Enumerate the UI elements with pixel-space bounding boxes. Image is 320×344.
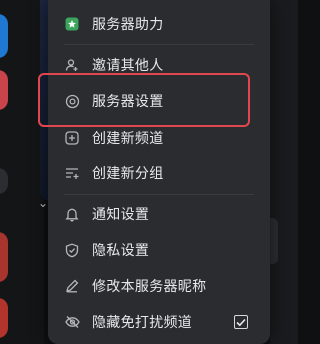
menu-item-create-category[interactable]: 创建新分组 <box>48 153 270 193</box>
eye-slash-icon <box>64 314 80 330</box>
menu-item-server-settings[interactable]: 服务器设置 <box>48 81 270 121</box>
menu-item-label: 邀请其他人 <box>92 58 164 74</box>
background-tab <box>270 218 278 264</box>
server-context-menu: 服务器助力 邀请其他人 服务器设置 创建新频道 创建新分组 通知设置 隐私设置 … <box>48 0 270 344</box>
chevron-down-icon: ⌄ <box>38 196 49 210</box>
menu-item-label: 创建新分组 <box>92 166 164 182</box>
menu-item-label: 隐私设置 <box>92 243 150 259</box>
boost-badge-icon <box>64 16 80 32</box>
menu-item-notification-settings[interactable]: 通知设置 <box>48 194 270 234</box>
menu-item-label: 修改本服务器昵称 <box>92 279 207 295</box>
menu-item-label: 隐藏免打扰频道 <box>92 315 193 331</box>
server-icon[interactable] <box>0 14 8 58</box>
person-add-icon <box>64 57 80 73</box>
menu-item-label: 服务器助力 <box>92 17 164 33</box>
menu-item-create-channel[interactable]: 创建新频道 <box>48 118 270 158</box>
plus-circle-icon <box>64 130 80 146</box>
menu-item-label: 创建新频道 <box>92 131 164 147</box>
menu-item-privacy-settings[interactable]: 隐私设置 <box>48 230 270 270</box>
menu-item-edit-nickname[interactable]: 修改本服务器昵称 <box>48 266 270 306</box>
menu-item-server-boost[interactable]: 服务器助力 <box>48 4 270 44</box>
menu-item-label: 服务器设置 <box>92 94 164 110</box>
server-icon[interactable] <box>0 298 8 338</box>
server-icon[interactable] <box>0 232 8 282</box>
new-category-icon <box>64 165 80 181</box>
server-icon[interactable] <box>0 70 8 110</box>
pencil-icon <box>64 278 80 294</box>
hide-muted-checkbox[interactable] <box>234 315 248 329</box>
background-panel <box>270 0 298 344</box>
menu-item-invite[interactable]: 邀请其他人 <box>48 45 270 85</box>
menu-item-label: 通知设置 <box>92 207 150 223</box>
shield-icon <box>64 242 80 258</box>
settings-gear-icon <box>64 93 80 109</box>
bell-icon <box>64 206 80 222</box>
screen: ⌄ 服务器助力 邀请其他人 服务器设置 创建新频道 创建新分组 通知设置 隐私设… <box>0 0 298 344</box>
menu-item-hide-muted-channels[interactable]: 隐藏免打扰频道 <box>48 302 270 342</box>
